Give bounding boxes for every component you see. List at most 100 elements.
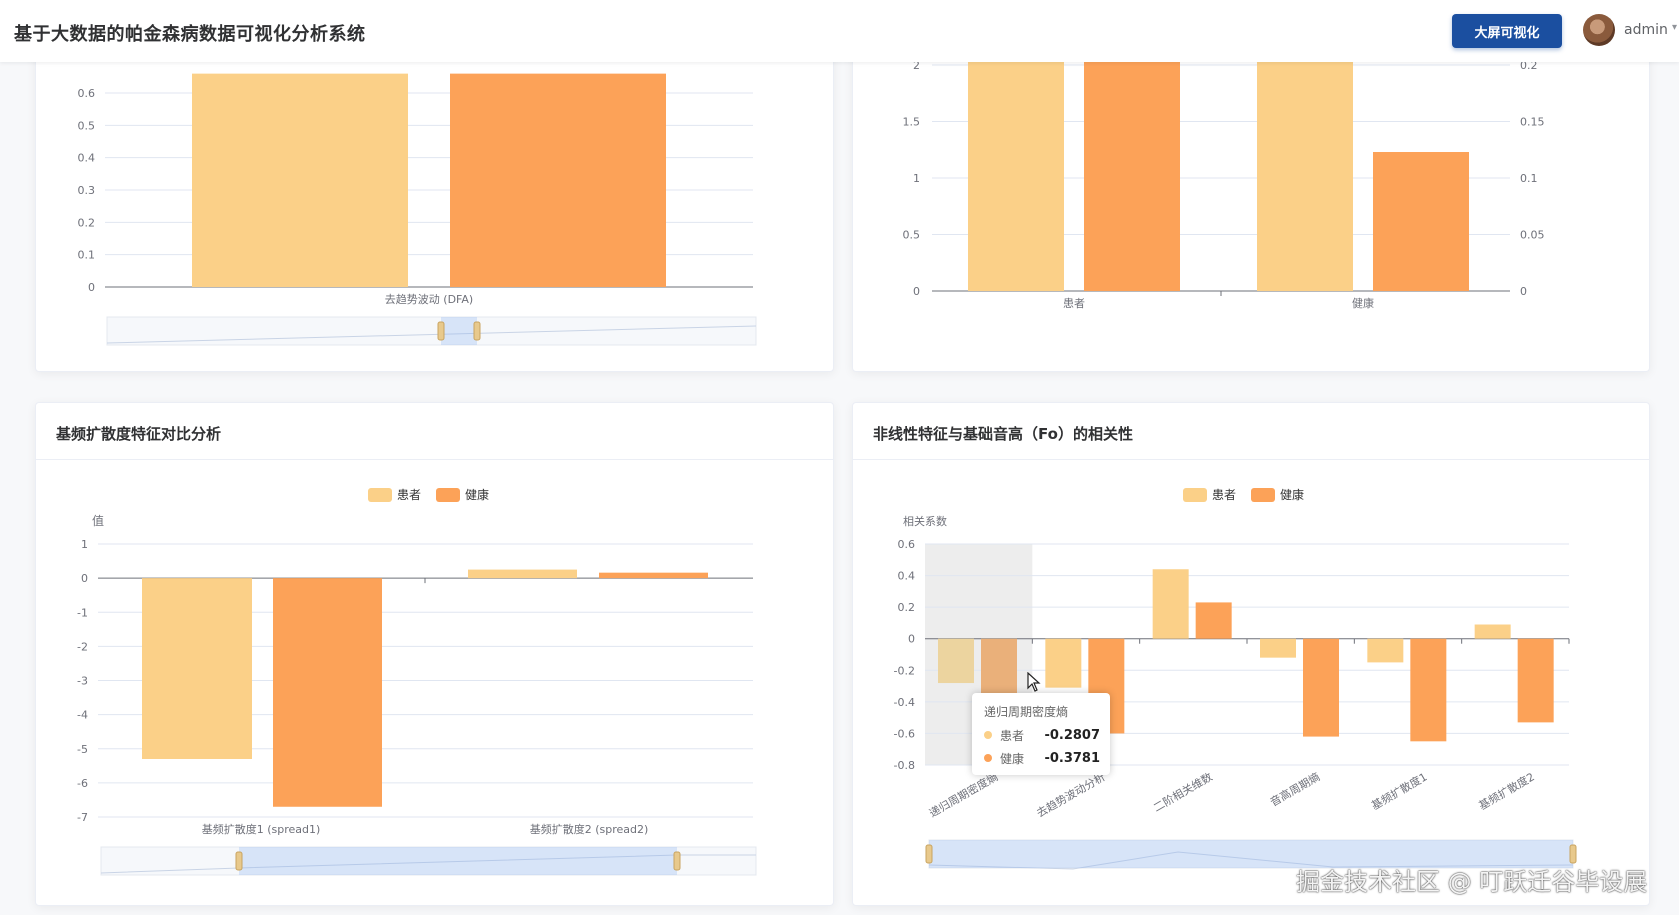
chevron-down-icon[interactable]: ▾ [1672, 22, 1677, 33]
y-tick-label: -0.2 [894, 664, 915, 677]
y-axis-title: 值 [92, 513, 104, 528]
y-right-tick-label: 0.1 [1520, 172, 1538, 185]
datazoom-handle [235, 851, 243, 871]
y-tick-label: 0.6 [78, 87, 96, 100]
y-tick-label: -1 [77, 606, 88, 619]
legend-swatch-icon [1183, 488, 1207, 502]
tooltip-row-healthy: 健康 -0.3781 [984, 749, 1100, 767]
y-tick-label: -5 [77, 743, 88, 756]
datazoom-handle [1569, 844, 1577, 864]
y-tick-label: 1 [81, 538, 88, 551]
bar-healthy [450, 73, 666, 287]
y-axis-title: 相关系数 [903, 514, 947, 528]
datazoom-selection [441, 317, 477, 345]
x-tick-label: 去趋势波动分析 [1034, 769, 1108, 820]
bar-patient [968, 59, 1064, 291]
y-tick-label: -6 [77, 777, 88, 790]
legend-swatch-icon [1251, 488, 1275, 502]
username-label[interactable]: admin [1624, 22, 1668, 38]
bar-healthy [1303, 638, 1339, 737]
x-tick-label: 二阶相关维数 [1151, 769, 1215, 814]
y-right-tick-label: 0.05 [1520, 229, 1545, 242]
watermark: 掘金技术社区 @ 叮跃迁谷毕设展 [1296, 868, 1648, 896]
bar-patient [1367, 638, 1404, 663]
datazoom-handle [473, 321, 481, 341]
datazoom-handle [437, 321, 445, 341]
x-tick-label: 健康 [1352, 296, 1374, 310]
x-tick-label: 音高周期熵 [1268, 769, 1323, 809]
y-tick-label: -0.4 [894, 696, 915, 709]
y-tick-label: 0.3 [78, 184, 96, 197]
y-tick-label: -2 [77, 640, 88, 653]
y-tick-label: -0.8 [894, 759, 915, 772]
y-tick-label: 0.2 [898, 601, 916, 614]
bar-patient [1152, 569, 1189, 639]
app-title: 基于大数据的帕金森病数据可视化分析系统 [14, 24, 366, 45]
top-header: 基于大数据的帕金森病数据可视化分析系统 大屏可视化 admin ▾ [0, 0, 1679, 62]
y-tick-label: 0.2 [78, 216, 96, 229]
bar-healthy [1084, 59, 1180, 291]
y-right-tick-label: 0.15 [1520, 116, 1545, 129]
legend-label: 患者 [1212, 488, 1236, 502]
bar-patient [1257, 59, 1353, 291]
chart-tooltip: 递归周期密度熵 患者 -0.2807 健康 -0.3781 [972, 693, 1110, 775]
user-avatar[interactable] [1583, 14, 1615, 46]
x-tick-label: 基频扩散度1 (spread1) [202, 822, 321, 836]
card-correlation: 非线性特征与基础音高（Fo）的相关性 患者 健康 相关系数 0.6 0.4 0.2 0 -0.… [852, 402, 1650, 906]
bar-patient [468, 569, 577, 579]
y-tick-label: 0.6 [898, 538, 916, 551]
y-tick-label: 1 [913, 172, 920, 185]
legend-swatch-icon [368, 488, 392, 502]
bar-patient [1045, 638, 1082, 688]
tooltip-series-name: 患者 [1000, 728, 1025, 743]
y-tick-label: -7 [77, 811, 88, 824]
y-tick-label: 0 [81, 572, 88, 585]
dual-axis-chart: 0 00.5 0.051 0.11.5 0.152 0.2患者 健康 [903, 59, 1545, 310]
tooltip-row-patient: 患者 -0.2807 [984, 726, 1100, 744]
bar-patient [1474, 624, 1511, 639]
x-tick-label: 去趋势波动 (DFA) [385, 293, 473, 306]
bar-healthy [1410, 638, 1447, 742]
tooltip-value: -0.2807 [1044, 727, 1100, 743]
card-dfa: 0 0.1 0.2 0.3 0.4 0.5 0.6 去趋势波动 (DFA) [35, 40, 834, 372]
y-tick-label: -3 [77, 675, 88, 688]
correlation-chart: 患者 健康相关系数0.60.40.20-0.2-0.4-0.6-0.8递归周期密度… [894, 487, 1577, 870]
x-tick-label: 基频扩散度2 [1476, 769, 1537, 812]
legend-dot-icon [984, 754, 992, 762]
x-tick-label: 基频扩散度1 [1369, 769, 1430, 812]
x-tick-label: 患者 [1063, 297, 1085, 310]
legend-dot-icon [984, 731, 992, 739]
bar-healthy [1373, 152, 1469, 291]
dfa-chart: 0 0.1 0.2 0.3 0.4 0.5 0.6 去趋势波动 (DFA) [78, 73, 757, 346]
y-tick-label: 1.5 [903, 116, 921, 129]
tooltip-title: 递归周期密度熵 [984, 705, 1069, 719]
bar-patient [192, 73, 408, 287]
tooltip-series-name: 健康 [1000, 751, 1025, 766]
tooltip-value: -0.3781 [1044, 750, 1100, 766]
y-tick-label: 0 [88, 281, 95, 294]
bar-healthy [1195, 602, 1232, 639]
y-tick-label: 0.1 [78, 249, 96, 262]
y-tick-label: 0.4 [78, 152, 96, 165]
y-tick-label: -4 [77, 709, 88, 722]
big-screen-button[interactable]: 大屏可视化 [1452, 14, 1562, 48]
x-tick-label: 递归周期密度熵 [926, 769, 1000, 820]
bar-patient [1260, 638, 1296, 658]
bar-healthy [981, 638, 1017, 699]
y-tick-label: -0.6 [894, 727, 915, 740]
bar-patient [142, 578, 252, 759]
datazoom-selection [239, 847, 677, 875]
legend-label: 健康 [465, 487, 489, 502]
y-tick-label: 0.5 [78, 119, 96, 132]
mouse-pointer-icon [1027, 672, 1041, 692]
legend-swatch-icon [436, 488, 460, 502]
bar-healthy [599, 572, 708, 579]
legend-label: 健康 [1280, 487, 1304, 502]
datazoom-handle [925, 844, 933, 864]
y-tick-label: 0 [913, 285, 920, 298]
datazoom-handle [673, 851, 681, 871]
legend-label: 患者 [397, 488, 421, 502]
x-tick-label: 基频扩散度2 (spread2) [530, 822, 649, 836]
card-dual-axis: 0 0 0.5 0.05 1 0.1 1.5 0.15 2 0.2 患者 健康 [852, 40, 1650, 372]
y-tick-label: 0 [908, 633, 915, 646]
